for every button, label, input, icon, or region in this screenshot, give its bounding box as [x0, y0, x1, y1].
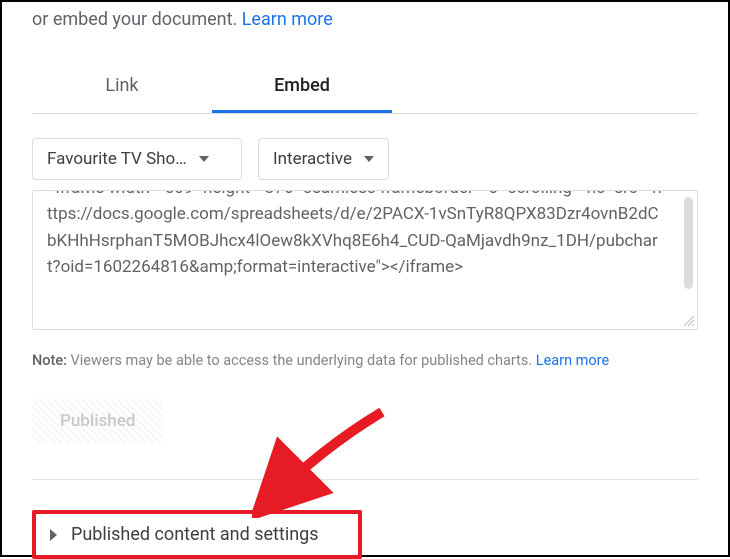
tabs: Link Embed [32, 61, 698, 114]
tab-link[interactable]: Link [32, 61, 212, 113]
triangle-right-icon [50, 529, 57, 541]
embed-code-box[interactable]: <iframe width="609" height="376" seamles… [32, 190, 698, 330]
dropdown-row: Favourite TV Sho… Interactive [32, 138, 698, 180]
published-button: Published [32, 399, 163, 443]
intro-fragment: or embed your document. [32, 9, 242, 30]
published-content-settings[interactable]: Published content and settings [32, 510, 362, 559]
sheet-dropdown[interactable]: Favourite TV Sho… [32, 138, 242, 180]
mode-dropdown-label: Interactive [273, 149, 352, 169]
embed-code-text: <iframe width="609" height="376" seamles… [47, 190, 691, 330]
caret-down-icon [364, 156, 374, 162]
annotation-arrow [252, 408, 392, 518]
sheet-dropdown-label: Favourite TV Sho… [47, 149, 187, 169]
learn-more-link-note[interactable]: Learn more [536, 352, 609, 369]
mode-dropdown[interactable]: Interactive [258, 138, 389, 180]
intro-text: or embed your document. Learn more [32, 6, 698, 33]
settings-label: Published content and settings [71, 524, 319, 545]
caret-down-icon [199, 156, 209, 162]
divider [32, 479, 698, 480]
scrollbar-thumb[interactable] [684, 197, 693, 289]
note-text: Note: Viewers may be able to access the … [32, 352, 698, 369]
tab-embed[interactable]: Embed [212, 61, 392, 113]
note-label: Note: [32, 352, 67, 369]
learn-more-link-top[interactable]: Learn more [242, 9, 333, 30]
note-body: Viewers may be able to access the underl… [67, 352, 536, 369]
